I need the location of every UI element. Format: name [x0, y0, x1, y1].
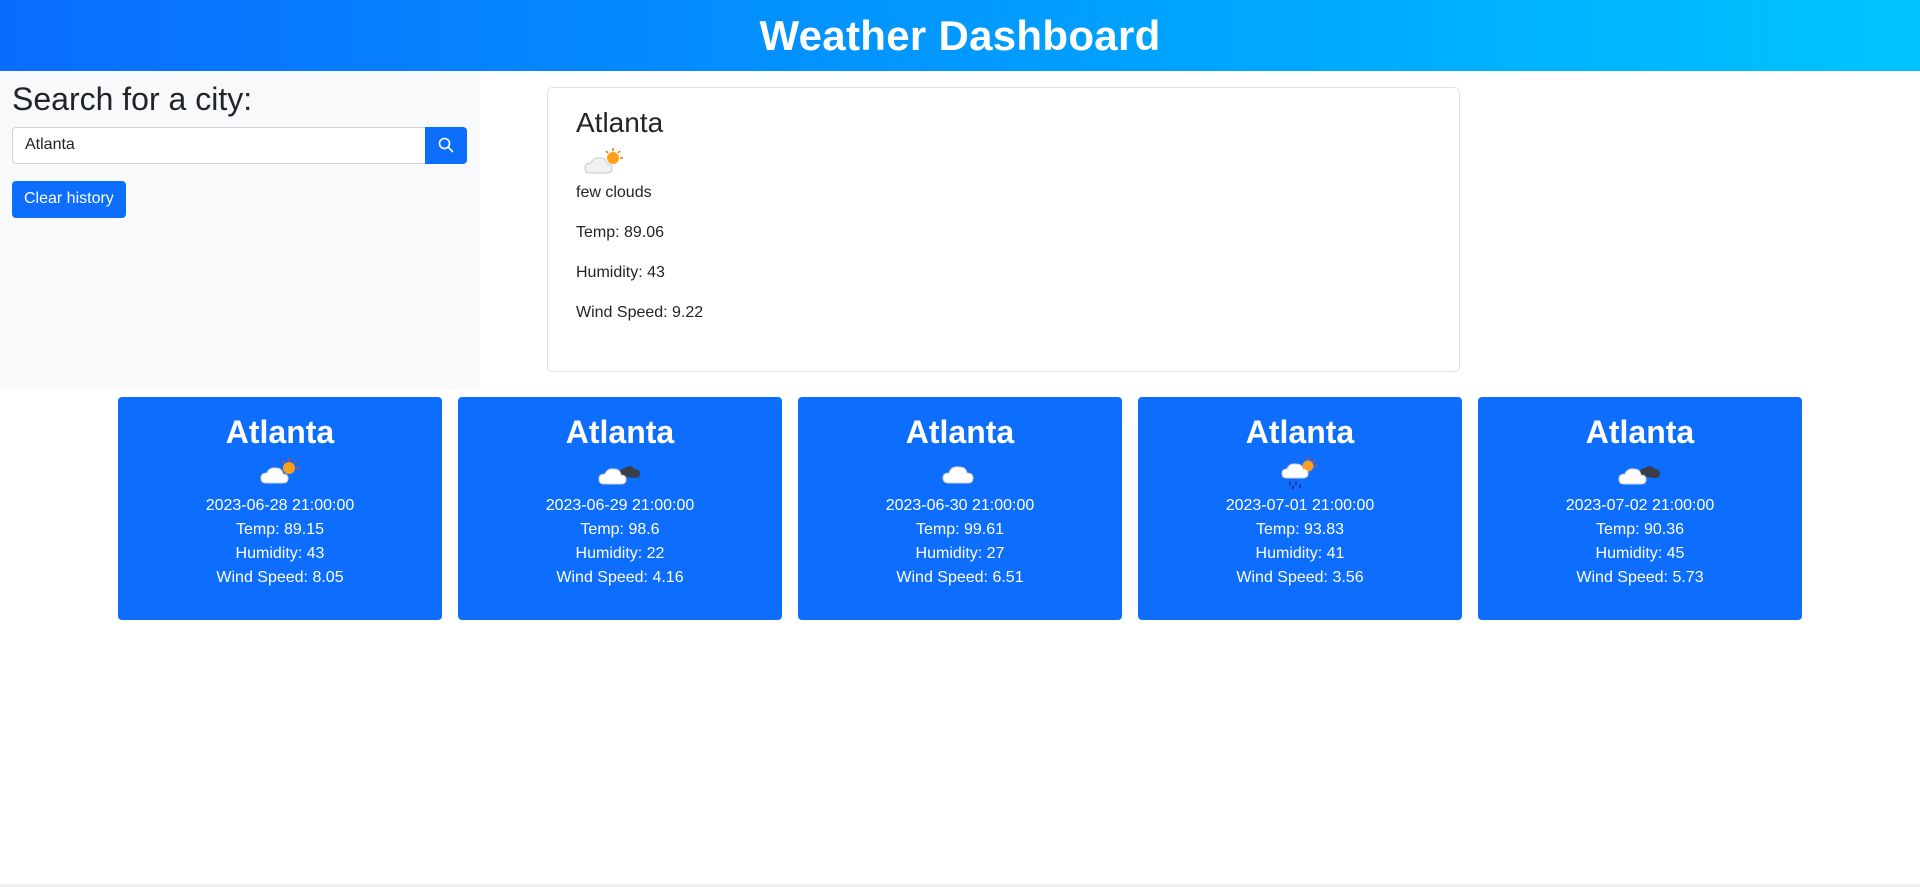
forecast-wind: Wind Speed: 4.16	[556, 569, 684, 587]
clear-history-button[interactable]: Clear history	[12, 180, 126, 218]
current-temp: Temp: 89.06	[576, 223, 665, 241]
forecast-humidity: Humidity: 22	[575, 545, 665, 563]
forecast-city: Atlanta	[565, 414, 675, 450]
broken-clouds-icon	[598, 466, 640, 485]
forecast-temp: Temp: 99.61	[915, 521, 1005, 539]
forecast-city: Atlanta	[905, 414, 1015, 450]
forecast-city: Atlanta	[1245, 414, 1355, 450]
forecast-wind: Wind Speed: 6.51	[896, 569, 1024, 587]
forecast-city: Atlanta	[1585, 414, 1695, 450]
forecast-card: Atlanta 2023-07-02 21:00:00 Temp: 90.36 …	[1478, 397, 1802, 620]
forecast-wind: Wind Speed: 3.56	[1236, 569, 1364, 587]
forecast-city: Atlanta	[225, 414, 335, 450]
few-clouds-icon	[260, 458, 299, 484]
search-button[interactable]	[425, 126, 467, 164]
page-header: Weather Dashboard	[0, 0, 1920, 71]
forecast-temp: Temp: 98.6	[580, 521, 660, 539]
forecast-card: Atlanta 2023-06-30 21:00:00 Temp: 99.61 …	[798, 397, 1122, 620]
search-heading: Search for a city:	[12, 81, 253, 117]
forecast-card: Atlanta 2023-07-01 21:00:00 Temp: 93.83 …	[1138, 397, 1462, 620]
forecast-wind: Wind Speed: 8.05	[216, 569, 344, 587]
search-icon	[438, 137, 454, 153]
forecast-date: 2023-06-28 21:00:00	[205, 497, 355, 515]
forecast-humidity: Humidity: 43	[235, 545, 325, 563]
forecast-date: 2023-07-02 21:00:00	[1565, 497, 1715, 515]
forecast-card: Atlanta 2023-06-28 21:00:00 Temp: 89.15 …	[118, 397, 442, 620]
forecast-temp: Temp: 89.15	[235, 521, 325, 539]
forecast-temp: Temp: 93.83	[1255, 521, 1345, 539]
few-clouds-icon	[584, 147, 623, 174]
forecast-date: 2023-06-30 21:00:00	[885, 497, 1035, 515]
current-humidity: Humidity: 43	[576, 263, 665, 281]
forecast-temp: Temp: 90.36	[1595, 521, 1685, 539]
broken-clouds-icon	[1618, 466, 1660, 485]
rain-icon	[1281, 457, 1317, 490]
page-title: Weather Dashboard	[759, 11, 1161, 59]
forecast-date: 2023-06-29 21:00:00	[545, 497, 695, 515]
forecast-humidity: Humidity: 27	[915, 545, 1005, 563]
forecast-date: 2023-07-01 21:00:00	[1225, 497, 1375, 515]
top-section: Search for a city: Clear history Atlanta	[0, 71, 1920, 389]
current-weather-card: Atlanta few clouds Temp: 89.06 Humidity:…	[547, 87, 1460, 372]
forecast-humidity: Humidity: 41	[1255, 545, 1345, 563]
forecast-row: Atlanta 2023-06-28 21:00:00 Temp: 89.15 …	[118, 397, 1802, 620]
scattered-clouds-icon	[942, 466, 974, 484]
forecast-wind: Wind Speed: 5.73	[1576, 569, 1704, 587]
current-description: few clouds	[576, 183, 652, 201]
search-group	[12, 126, 467, 164]
current-city-name: Atlanta	[576, 107, 664, 138]
current-wind: Wind Speed: 9.22	[576, 303, 704, 321]
city-search-input[interactable]	[12, 126, 425, 164]
forecast-humidity: Humidity: 45	[1595, 545, 1685, 563]
search-sidebar: Search for a city: Clear history	[0, 71, 480, 389]
forecast-card: Atlanta 2023-06-29 21:00:00 Temp: 98.6 H…	[458, 397, 782, 620]
